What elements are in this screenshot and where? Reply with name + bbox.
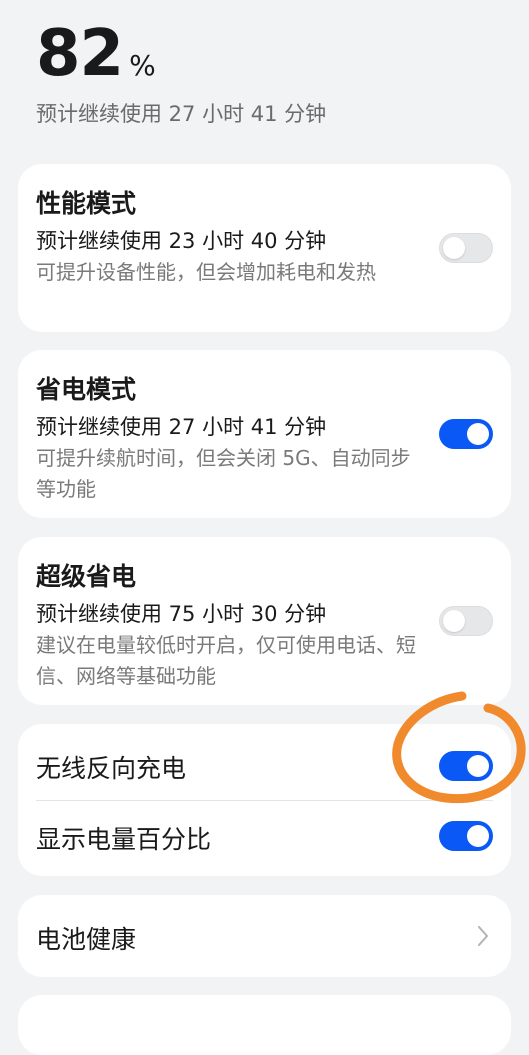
performance-mode-toggle[interactable]: [439, 233, 493, 263]
power-saving-mode-estimate: 预计继续使用 27 小时 41 分钟: [36, 415, 327, 439]
chevron-right-icon: [478, 926, 488, 946]
performance-mode-description: 可提升设备性能，但会增加耗电和发热: [36, 260, 376, 284]
battery-percentage: 82: [36, 17, 124, 91]
wireless-reverse-charging-label: 无线反向充电: [36, 754, 187, 783]
super-power-saving-estimate: 预计继续使用 75 小时 30 分钟: [36, 602, 327, 626]
power-saving-mode-card[interactable]: 省电模式 预计继续使用 27 小时 41 分钟 可提升续航时间，但会关闭 5G、…: [18, 350, 511, 518]
performance-mode-title: 性能模式: [36, 189, 137, 218]
battery-level: 82%: [36, 14, 156, 94]
power-saving-mode-toggle[interactable]: [439, 419, 493, 449]
show-battery-percentage-label: 显示电量百分比: [36, 825, 212, 854]
performance-mode-card[interactable]: 性能模式 预计继续使用 23 小时 40 分钟 可提升设备性能，但会增加耗电和发…: [18, 164, 511, 332]
super-power-saving-title: 超级省电: [36, 562, 137, 591]
power-saving-mode-title: 省电模式: [36, 375, 137, 404]
divider: [36, 800, 493, 801]
battery-health-row[interactable]: 电池健康: [18, 895, 511, 977]
toggle-knob: [467, 423, 489, 445]
toggle-settings-card: 无线反向充电 显示电量百分比: [18, 724, 511, 876]
next-card[interactable]: [18, 995, 511, 1055]
super-power-saving-description: 建议在电量较低时开启，仅可使用电话、短信、网络等基础功能: [36, 633, 416, 688]
toggle-knob: [467, 755, 489, 777]
battery-health-label: 电池健康: [36, 925, 137, 954]
percent-unit: %: [129, 49, 156, 82]
performance-mode-estimate: 预计继续使用 23 小时 40 分钟: [36, 229, 327, 253]
wireless-reverse-charging-toggle[interactable]: [439, 751, 493, 781]
toggle-knob: [443, 610, 465, 632]
super-power-saving-toggle[interactable]: [439, 606, 493, 636]
super-power-saving-card[interactable]: 超级省电 预计继续使用 75 小时 30 分钟 建议在电量较低时开启，仅可使用电…: [18, 537, 511, 705]
toggle-knob: [467, 825, 489, 847]
toggle-knob: [443, 237, 465, 259]
show-battery-percentage-toggle[interactable]: [439, 821, 493, 851]
battery-estimate: 预计继续使用 27 小时 41 分钟: [36, 102, 327, 126]
power-saving-mode-description: 可提升续航时间，但会关闭 5G、自动同步等功能: [36, 446, 411, 501]
